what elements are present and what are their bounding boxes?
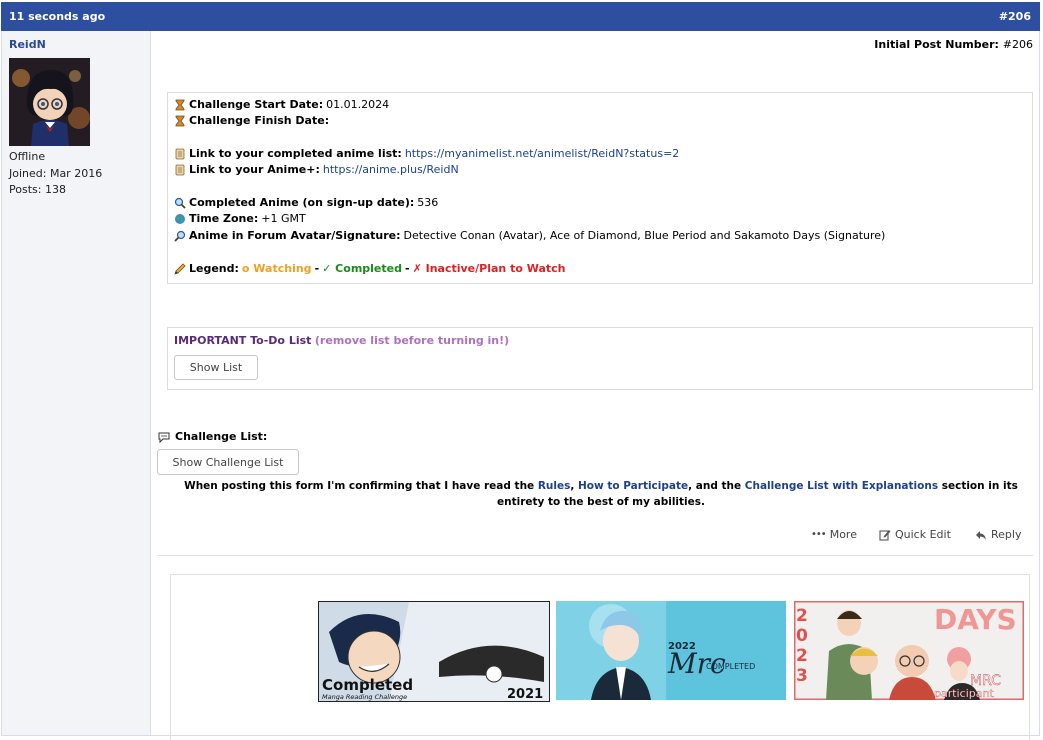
user-info: Offline Joined: Mar 2016 Posts: 138 [9, 149, 102, 199]
more-button[interactable]: ••• More [811, 528, 857, 541]
svg-text:2: 2 [796, 646, 808, 666]
svg-text:3: 3 [796, 666, 808, 686]
quick-edit-label: Quick Edit [895, 528, 951, 541]
avatar-image [9, 58, 90, 146]
avatar-anime-line: Anime in Forum Avatar/Signature: Detecti… [174, 229, 885, 242]
scroll-icon [174, 164, 186, 176]
legend-inactive: ✗ Inactive/Plan to Watch [412, 262, 566, 275]
svg-text:0: 0 [796, 626, 808, 646]
banner-2-subtitle: COMPLETED [706, 662, 755, 671]
reply-label: Reply [991, 528, 1022, 541]
legend-separator: - [404, 262, 410, 275]
banner-1-title: Completed [322, 676, 413, 694]
banner-1-year: 2021 [507, 687, 543, 701]
post-content: Initial Post Number: #206 Challenge Star… [151, 31, 1039, 740]
reply-button[interactable]: Reply [975, 528, 1021, 541]
quick-edit-button[interactable]: Quick Edit [879, 528, 951, 541]
todo-box: IMPORTANT To-Do List (remove list before… [167, 327, 1033, 390]
animeplus-label: Link to your Anime+: [189, 163, 320, 176]
challenge-details-box: Challenge Start Date: 01.01.2024 Challen… [167, 92, 1033, 284]
finish-date-label: Challenge Finish Date: [189, 114, 330, 127]
anime-list-line: Link to your completed anime list: https… [174, 147, 679, 160]
banner-3-subtitle: participant [934, 687, 994, 700]
legend-separator: - [314, 262, 320, 275]
show-challenge-list-button[interactable]: Show Challenge List [157, 449, 299, 475]
confirm-text-1: When posting this form I'm confirming th… [184, 480, 538, 492]
legend-completed: ✓ Completed [322, 262, 402, 275]
user-joined: Joined: Mar 2016 [9, 166, 103, 180]
user-status: Offline [9, 150, 46, 163]
timezone-label: Time Zone: [189, 212, 259, 225]
todo-note: (remove list before turning in!) [314, 334, 510, 347]
confirmation-text: When posting this form I'm confirming th… [171, 478, 1031, 510]
challenge-list-heading: Challenge List: [158, 430, 267, 443]
user-panel: ReidN Offline Joined: Mar 2016 Posts: 13… [2, 31, 151, 735]
rules-link[interactable]: Rules [538, 480, 571, 492]
completed-count-line: Completed Anime (on sign-up date): 536 [174, 196, 438, 209]
banner-image-sakamoto-days: DAYS 2023 MRC participant [794, 601, 1024, 700]
speech-bubble-icon [158, 431, 170, 443]
legend-label: Legend: [189, 262, 239, 275]
signature-box: Completed Manga Reading Challenge 2021 2… [170, 574, 1030, 740]
legend-line: Legend: o Watching - ✓ Completed - ✗ Ina… [174, 262, 566, 275]
show-list-button[interactable]: Show List [174, 355, 258, 380]
start-date-line: Challenge Start Date: 01.01.2024 [174, 98, 389, 111]
completed-count-value: 536 [417, 196, 439, 209]
animeplus-link[interactable]: https://anime.plus/ReidN [323, 163, 459, 176]
start-date-value: 01.01.2024 [326, 98, 390, 111]
post-time[interactable]: 11 seconds ago [9, 10, 105, 23]
pencil-icon [174, 262, 186, 275]
user-posts: Posts: 138 [9, 183, 66, 196]
timezone-value: +1 GMT [261, 212, 306, 225]
banner-image-blue-period: 2022 Mrc COMPLETED [556, 601, 786, 700]
post-number-link[interactable]: #206 [999, 10, 1031, 23]
username[interactable]: ReidN [9, 38, 46, 51]
hourglass-icon [174, 115, 186, 127]
confirm-comma: , [570, 480, 579, 492]
banner-1-subtitle: Manga Reading Challenge [322, 693, 407, 701]
challenge-list-link[interactable]: Challenge List with Explanations [745, 480, 938, 492]
hourglass-icon [174, 99, 186, 111]
magnifier-icon [174, 197, 186, 209]
post-header: 11 seconds ago #206 [1, 2, 1040, 31]
ellipsis-icon: ••• [811, 529, 827, 540]
signature-banner-2021[interactable]: Completed Manga Reading Challenge 2021 [318, 601, 550, 702]
confirm-text-2: , and the [688, 480, 745, 492]
banner-3-days: DAYS [934, 603, 1017, 636]
signature-banner-2023[interactable]: DAYS 2023 MRC participant [794, 601, 1024, 700]
initial-post-number: Initial Post Number: #206 [874, 38, 1033, 51]
avatar-anime-label: Anime in Forum Avatar/Signature: [189, 229, 401, 242]
banner-3-year: 2023 [796, 606, 808, 686]
initial-post-value: #206 [1002, 38, 1033, 51]
completed-count-label: Completed Anime (on sign-up date): [189, 196, 415, 209]
anime-list-link[interactable]: https://myanimelist.net/animelist/ReidN?… [405, 147, 679, 160]
how-to-participate-link[interactable]: How to Participate [578, 480, 688, 492]
scroll-icon [174, 148, 186, 160]
animeplus-line: Link to your Anime+: https://anime.plus/… [174, 163, 459, 176]
signature-banner-2022[interactable]: 2022 Mrc COMPLETED [556, 601, 786, 700]
todo-heading: IMPORTANT To-Do List (remove list before… [174, 334, 509, 347]
finish-date-line: Challenge Finish Date: [174, 114, 329, 127]
start-date-label: Challenge Start Date: [189, 98, 324, 111]
magnifier-icon [174, 230, 186, 242]
todo-title: IMPORTANT To-Do List [174, 334, 312, 347]
banner-image-ace-of-diamond: Completed Manga Reading Challenge 2021 [319, 602, 549, 701]
more-label: More [829, 528, 857, 541]
svg-text:2: 2 [796, 606, 808, 626]
globe-icon [174, 213, 186, 225]
avatar[interactable] [9, 58, 90, 146]
post-frame: ReidN Offline Joined: Mar 2016 Posts: 13… [1, 31, 1040, 740]
edit-icon [879, 529, 891, 541]
reply-arrow-icon [975, 529, 987, 541]
anime-list-label: Link to your completed anime list: [189, 147, 402, 160]
timezone-line: Time Zone: +1 GMT [174, 212, 306, 225]
legend-watching: o Watching [241, 262, 312, 275]
challenge-list-label: Challenge List: [175, 430, 268, 443]
divider [157, 555, 1033, 556]
initial-post-label: Initial Post Number: [874, 38, 999, 51]
avatar-anime-value: Detective Conan (Avatar), Ace of Diamond… [403, 229, 886, 242]
